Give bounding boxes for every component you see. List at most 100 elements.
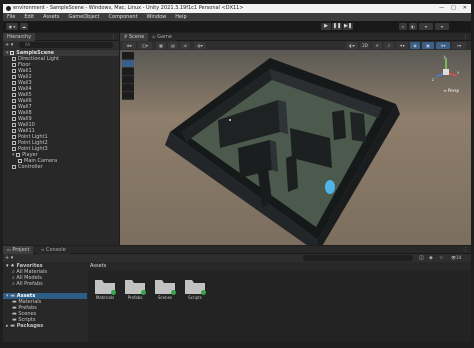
gameobject-icon	[12, 104, 16, 109]
menu-assets[interactable]: Assets	[43, 14, 59, 20]
menu-file[interactable]: File	[7, 14, 15, 20]
menu-window[interactable]: Window	[147, 14, 167, 20]
gameobject-icon	[12, 80, 16, 85]
menu-bar: File Edit Assets GameObject Component Wi…	[3, 13, 471, 21]
asset-folder[interactable]: Prefabs	[124, 279, 146, 300]
global-dropdown[interactable]: ◫▾	[138, 42, 152, 49]
search-icon[interactable]: ⌕	[399, 23, 407, 30]
gameobject-icon	[12, 92, 16, 97]
project-tree-label: All Prefabs	[16, 281, 43, 287]
gameobject-icon	[12, 134, 16, 139]
rect-tool-button[interactable]	[122, 84, 134, 92]
filter-type-icon[interactable]: ◫	[419, 254, 424, 262]
hierarchy-item-label: Controller	[18, 164, 43, 170]
hierarchy-tree: ▾ SampleScene Directional Light Floor Wall…	[3, 50, 119, 170]
grid-toggle-button[interactable]: ▤	[168, 42, 178, 49]
menu-help[interactable]: Help	[175, 14, 186, 20]
gameobject-icon	[12, 128, 16, 133]
shading-dropdown[interactable]: ◐▾	[346, 42, 358, 49]
pivot-dropdown[interactable]: ⊕▾	[122, 42, 136, 49]
version-check-icon	[141, 290, 146, 295]
gameobject-icon	[12, 74, 16, 79]
transform-tool-button[interactable]	[122, 92, 134, 100]
assets-breadcrumb[interactable]: Assets	[88, 263, 471, 270]
scene-panel-menu-icon[interactable]: ⋮	[463, 33, 468, 41]
filter-label-icon[interactable]: ◈	[429, 254, 433, 262]
hidden-objects-toggle[interactable]: ◉	[410, 42, 420, 49]
snap-increment-button[interactable]: ⇲	[180, 42, 190, 49]
folder-label: Scripts	[188, 295, 202, 300]
collab-icon[interactable]: ◐	[409, 23, 417, 30]
player-capsule[interactable]	[325, 180, 335, 194]
gameobject-icon	[12, 164, 16, 169]
hierarchy-item[interactable]: Controller	[3, 164, 119, 170]
window-title: environment - SampleScene - Windows, Mac…	[13, 5, 244, 11]
asset-folder[interactable]: Materials	[94, 279, 116, 300]
cloud-icon[interactable]: ☁	[20, 23, 28, 30]
play-button[interactable]: ▶	[321, 23, 331, 30]
folder-label: Prefabs	[127, 295, 143, 300]
gameobject-icon	[12, 98, 16, 103]
tab-scene[interactable]: # Scene	[120, 33, 149, 41]
camera-settings-button[interactable]: ▣	[422, 42, 434, 49]
gizmos-dropdown[interactable]: ⊕▾	[436, 42, 450, 49]
panel-menu-icon[interactable]: ⋮	[111, 33, 116, 41]
project-panel-menu-icon[interactable]: ⋮	[463, 246, 468, 254]
pause-button[interactable]: ❚❚	[332, 23, 342, 30]
minimize-button[interactable]: —	[439, 4, 444, 13]
asset-folder[interactable]: Scenes	[154, 279, 176, 300]
count-badge: 14	[456, 255, 462, 260]
project-search-input[interactable]	[303, 255, 413, 261]
scene-search-button[interactable]: ⌕▾	[452, 42, 466, 49]
scene-viewport[interactable]: y x z ≡ Persp	[120, 50, 471, 245]
menu-gameobject[interactable]: GameObject	[68, 14, 99, 20]
favorite-star-icon[interactable]: ☆	[439, 254, 443, 262]
unity-editor-window: environment - SampleScene - Windows, Mac…	[0, 0, 474, 348]
tab-hierarchy[interactable]: Hierarchy	[3, 33, 36, 41]
rotate-tool-button[interactable]	[122, 68, 134, 76]
maximize-button[interactable]: □	[451, 4, 456, 13]
tab-project[interactable]: ▭ Project	[3, 246, 34, 254]
tab-game[interactable]: ◎ Game	[148, 33, 176, 41]
grid-snap-button[interactable]: ▦	[156, 42, 166, 49]
version-check-icon	[201, 290, 206, 295]
tab-game-label: Game	[157, 34, 172, 40]
project-create-button[interactable]: + ▾	[5, 254, 13, 262]
gizmo-x-label: x	[457, 70, 460, 75]
folder-icon: ▸ ▬	[6, 323, 17, 329]
account-button[interactable]: ◉ ▾	[6, 23, 18, 30]
audio-toggle[interactable]: ♪	[384, 42, 394, 49]
effects-dropdown[interactable]: ✦▾	[396, 42, 408, 49]
project-tree-item[interactable]: ▸ ▬ Packages	[3, 323, 87, 329]
draw-mode-dropdown[interactable]: ◍▾	[194, 42, 206, 49]
projection-label[interactable]: ≡ Persp	[443, 88, 459, 93]
2d-toggle[interactable]: 2D	[360, 42, 370, 49]
hidden-packages-count[interactable]: 👁14	[451, 254, 461, 262]
scale-tool-button[interactable]	[122, 76, 134, 84]
hierarchy-search-input[interactable]: All	[19, 42, 113, 48]
project-toolbar: + ▾ ◫ ◈ ☆ 👁14	[3, 254, 471, 262]
wall-segment-6	[332, 110, 346, 140]
wall-segment-7	[350, 112, 366, 142]
gameobject-icon	[12, 56, 16, 61]
step-button[interactable]: ▶❚	[343, 23, 353, 30]
layers-dropdown[interactable]: ▾	[419, 23, 433, 30]
scene-tool-palette	[122, 52, 134, 100]
folder-icon	[95, 279, 116, 295]
close-button[interactable]: ✕	[463, 4, 467, 13]
menu-edit[interactable]: Edit	[24, 14, 34, 20]
lighting-toggle[interactable]: ☀	[372, 42, 382, 49]
gameobject-icon	[18, 158, 22, 163]
project-tab-icon: ▭	[7, 247, 11, 252]
layout-dropdown[interactable]: ▾	[435, 23, 449, 30]
gameobject-icon	[12, 86, 16, 91]
project-tree-label: Packages	[16, 323, 44, 329]
view-tool-button[interactable]	[122, 52, 134, 60]
menu-component[interactable]: Component	[109, 14, 138, 20]
hierarchy-toolbar: + ▾ All	[3, 41, 119, 49]
tab-console[interactable]: ≡ Console	[37, 246, 70, 254]
move-tool-button[interactable]	[122, 60, 134, 68]
version-check-icon	[171, 290, 176, 295]
create-button[interactable]: + ▾	[5, 41, 13, 49]
asset-folder[interactable]: Scripts	[184, 279, 206, 300]
